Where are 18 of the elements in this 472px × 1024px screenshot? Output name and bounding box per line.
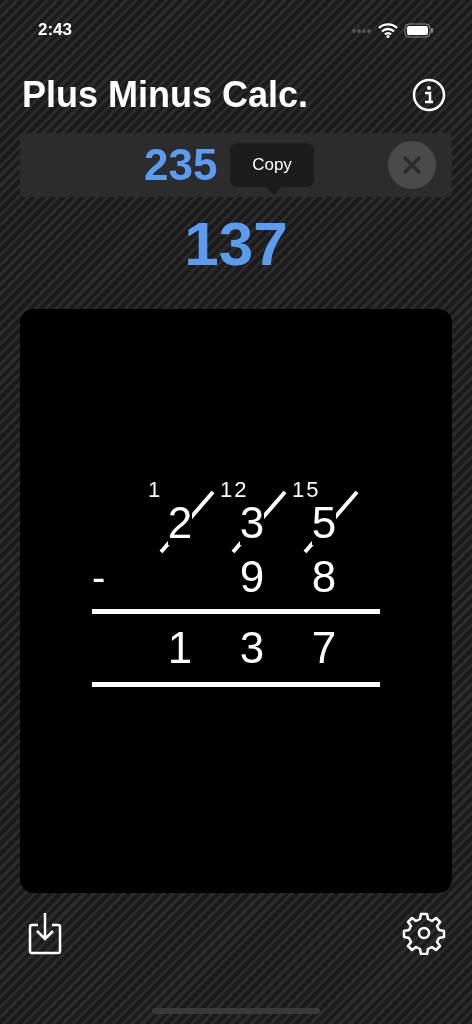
signal-icon: [352, 26, 372, 34]
wifi-icon: [378, 22, 398, 38]
close-icon: [402, 155, 422, 175]
result-digit: 3: [239, 626, 265, 670]
borrow-digit: 15: [292, 479, 321, 501]
result-value: 137: [184, 213, 288, 277]
result-digit: 1: [167, 626, 193, 670]
status-time: 2:43: [38, 19, 73, 42]
result-digit: 7: [311, 626, 337, 670]
info-icon[interactable]: [412, 78, 446, 112]
battery-icon: [404, 22, 434, 38]
settings-icon[interactable]: [402, 911, 446, 955]
operator-sign: -: [92, 557, 106, 597]
borrow-digit: 12: [220, 479, 249, 501]
borrow-digit: 1: [148, 479, 163, 501]
subtrahend-digit: 8: [311, 555, 337, 599]
app-title: Plus Minus Calc.: [22, 77, 309, 113]
subtrahend-digit: 9: [239, 555, 265, 599]
